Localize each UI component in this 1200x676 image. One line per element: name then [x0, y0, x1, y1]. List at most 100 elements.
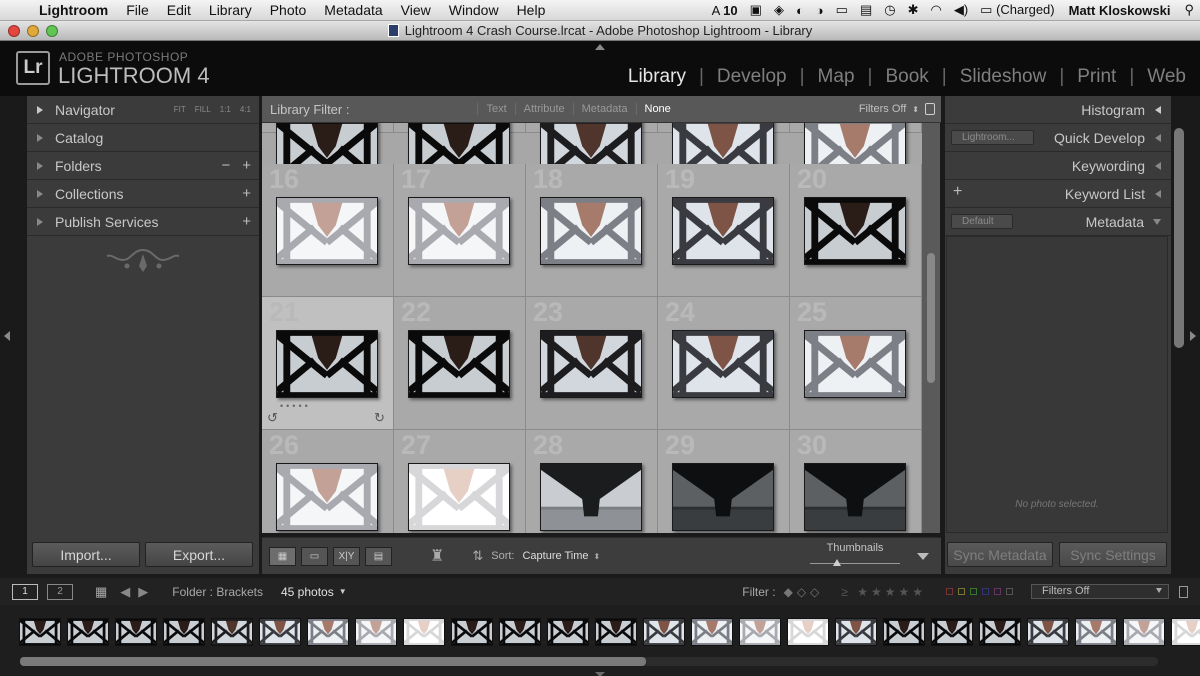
adobe-status-icon[interactable]: A 10: [706, 3, 744, 18]
photo-thumbnail[interactable]: [672, 197, 774, 265]
spotlight-icon[interactable]: ⚲: [1178, 2, 1200, 18]
grid-cell[interactable]: 27: [394, 430, 526, 533]
grid-cell[interactable]: 20: [790, 164, 922, 297]
filmstrip-thumbnail[interactable]: [787, 618, 829, 646]
secondary-window-button[interactable]: 2: [47, 583, 73, 600]
filter-none[interactable]: None: [635, 103, 679, 115]
filmstrip-thumbnail[interactable]: [931, 618, 973, 646]
painter-spray-can-icon[interactable]: ♜: [430, 546, 444, 566]
photo-thumbnail[interactable]: [672, 463, 774, 531]
time-machine-icon[interactable]: ◷: [878, 2, 901, 18]
grid-cell[interactable]: 25: [790, 297, 922, 430]
grid-view-icon[interactable]: ▦: [269, 546, 296, 566]
photo-thumbnail[interactable]: [408, 463, 510, 531]
top-panel-toggle-icon[interactable]: [595, 44, 605, 50]
volume-icon[interactable]: ◀): [948, 2, 974, 18]
filmstrip-filter-select[interactable]: Filters Off: [1031, 584, 1169, 599]
filter-switch-icon[interactable]: [1179, 585, 1188, 598]
export-button[interactable]: Export...: [145, 542, 253, 567]
grid-scrollbar[interactable]: [922, 123, 940, 533]
module-map[interactable]: Map: [816, 66, 857, 88]
grid-cell[interactable]: [526, 123, 658, 186]
module-develop[interactable]: Develop: [715, 66, 789, 88]
grid-cell[interactable]: [262, 123, 394, 186]
compare-view-icon[interactable]: X|Y: [333, 546, 360, 566]
metadata-preset-select[interactable]: Default: [951, 214, 1013, 229]
left-panel-toggle-icon[interactable]: [4, 331, 10, 341]
histogram-header[interactable]: Histogram: [945, 96, 1171, 124]
module-slideshow[interactable]: Slideshow: [958, 66, 1049, 88]
add-folder-icon[interactable]: +: [242, 157, 251, 174]
bluetooth-icon[interactable]: ✱: [902, 2, 925, 18]
photo-thumbnail[interactable]: [408, 197, 510, 265]
filter-lock-icon[interactable]: [925, 103, 935, 115]
quick-develop-header[interactable]: Lightroom... Quick Develop: [945, 124, 1171, 152]
menu-window[interactable]: Window: [440, 2, 508, 18]
back-arrow-icon[interactable]: ◀: [120, 584, 130, 600]
purple-label-icon[interactable]: [994, 588, 1001, 595]
display-icon[interactable]: ▤: [854, 2, 878, 18]
module-print[interactable]: Print: [1075, 66, 1118, 88]
navigator-header[interactable]: Navigator FIT FILL 1:1 4:1: [27, 96, 259, 124]
rotate-right-icon[interactable]: ↻: [374, 410, 385, 426]
menu-library[interactable]: Library: [200, 2, 261, 18]
photo-thumbnail[interactable]: [276, 330, 378, 398]
menu-file[interactable]: File: [117, 2, 158, 18]
photo-thumbnail[interactable]: [540, 197, 642, 265]
add-publish-service-icon[interactable]: +: [242, 213, 251, 230]
filmstrip-thumbnail[interactable]: [211, 618, 253, 646]
menu-edit[interactable]: Edit: [158, 2, 200, 18]
minimize-window-button[interactable]: [27, 25, 39, 37]
filmstrip-thumbnail[interactable]: [979, 618, 1021, 646]
filmstrip-thumbnail[interactable]: [355, 618, 397, 646]
zoom-4-1[interactable]: 4:1: [240, 105, 251, 114]
evernote-alt-icon[interactable]: ◑: [810, 3, 830, 18]
filmstrip-thumbnail[interactable]: [307, 618, 349, 646]
grid-cell[interactable]: [394, 123, 526, 186]
photo-thumbnail[interactable]: [804, 197, 906, 265]
grid-cell[interactable]: 26: [262, 430, 394, 533]
filmstrip-thumbnail[interactable]: [1075, 618, 1117, 646]
filmstrip-thumbnail[interactable]: [1171, 618, 1200, 646]
import-button[interactable]: Import...: [32, 542, 140, 567]
zoom-fit[interactable]: FIT: [174, 105, 186, 114]
photo-thumbnail[interactable]: [408, 330, 510, 398]
filmstrip-scroll-thumb[interactable]: [20, 657, 646, 666]
filmstrip-thumbnail[interactable]: [403, 618, 445, 646]
photo-thumbnail[interactable]: [276, 463, 378, 531]
green-label-icon[interactable]: [970, 588, 977, 595]
user-name[interactable]: Matt Kloskowski: [1061, 3, 1179, 18]
grid-view-icon[interactable]: ▦: [95, 584, 107, 600]
zoom-1-1[interactable]: 1:1: [220, 105, 231, 114]
grid-cell[interactable]: 22: [394, 297, 526, 430]
grid-cell[interactable]: 23: [526, 297, 658, 430]
quick-develop-preset-select[interactable]: Lightroom...: [951, 130, 1034, 145]
filmstrip-thumbnail[interactable]: [19, 618, 61, 646]
photo-thumbnail[interactable]: [672, 330, 774, 398]
forward-arrow-icon[interactable]: ▶: [138, 584, 148, 600]
sync-metadata-button[interactable]: Sync Metadata: [947, 542, 1053, 567]
grid-cell[interactable]: 19: [658, 164, 790, 297]
remove-folder-icon[interactable]: −: [221, 157, 230, 174]
grid-cell[interactable]: 16: [262, 164, 394, 297]
slider-knob[interactable]: [832, 559, 841, 566]
grid-cell[interactable]: 21 ••••• ↺ ↻: [262, 297, 394, 430]
module-web[interactable]: Web: [1145, 66, 1188, 88]
menu-view[interactable]: View: [392, 2, 440, 18]
flag-filter-icons[interactable]: ◆◇◇: [784, 585, 824, 599]
filmstrip-thumbnail[interactable]: [163, 618, 205, 646]
filmstrip-thumbnail[interactable]: [1123, 618, 1165, 646]
metadata-header[interactable]: Default Metadata: [945, 208, 1171, 236]
filter-attribute[interactable]: Attribute: [514, 103, 573, 115]
battery-status[interactable]: ▭ (Charged): [974, 2, 1060, 18]
module-book[interactable]: Book: [883, 66, 930, 88]
survey-view-icon[interactable]: ▤: [365, 546, 392, 566]
red-label-icon[interactable]: [946, 588, 953, 595]
menu-lightroom[interactable]: Lightroom: [30, 2, 117, 18]
grid-cell[interactable]: 29: [658, 430, 790, 533]
filmstrip-thumbnail[interactable]: [259, 618, 301, 646]
rating-dots-icon[interactable]: •••••: [280, 401, 311, 411]
grid-cell[interactable]: [790, 123, 922, 186]
keyword-list-header[interactable]: + Keyword List: [945, 180, 1171, 208]
grid-scroll-thumb[interactable]: [927, 253, 935, 383]
